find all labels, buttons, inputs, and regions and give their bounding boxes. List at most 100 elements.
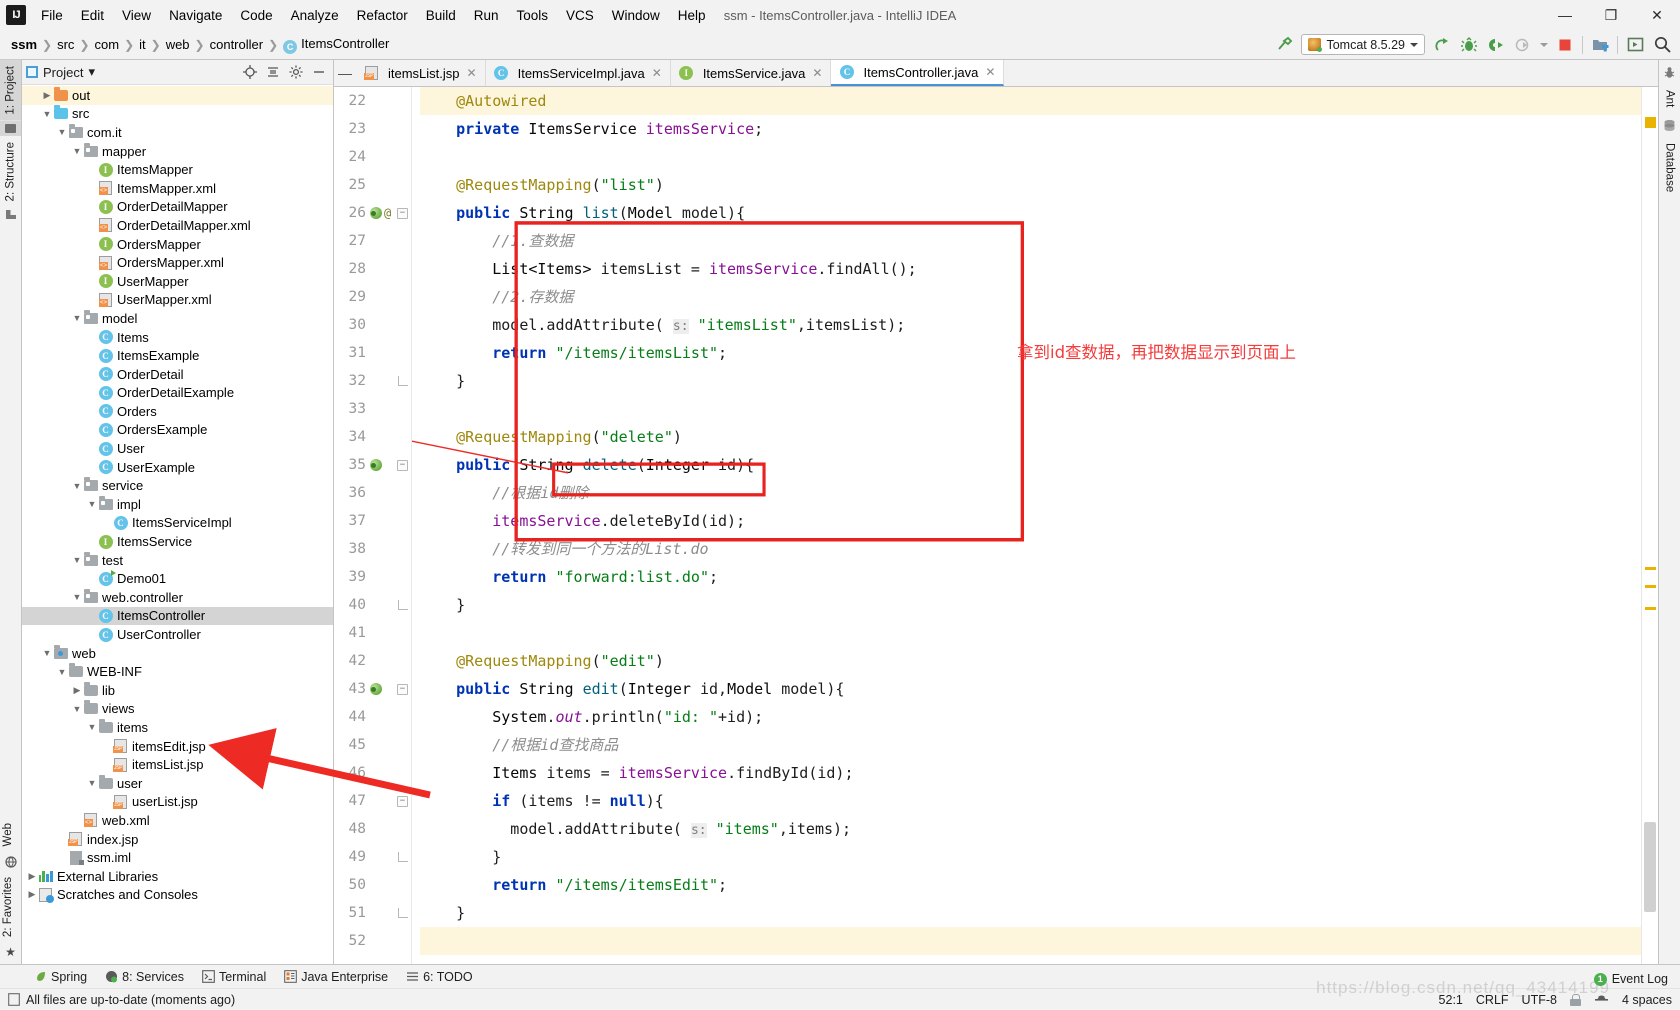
- tree-item[interactable]: C UserController: [22, 625, 333, 644]
- project-structure-icon[interactable]: [1590, 35, 1610, 55]
- tree-item[interactable]: out: [22, 86, 333, 105]
- chevron-down-icon[interactable]: [71, 146, 83, 156]
- gutter-line[interactable]: 46: [334, 759, 411, 787]
- tree-item[interactable]: views: [22, 700, 333, 719]
- tree-item[interactable]: ssm.iml: [22, 848, 333, 867]
- run-with-coverage-icon[interactable]: [1486, 35, 1506, 55]
- gutter-line[interactable]: 35 −: [334, 451, 411, 479]
- menu-item-window[interactable]: Window: [603, 4, 669, 27]
- line-separator[interactable]: CRLF: [1476, 993, 1509, 1007]
- debug-icon[interactable]: [1459, 35, 1479, 55]
- code-line[interactable]: public String list(Model model){: [420, 199, 1641, 227]
- code-line[interactable]: private ItemsService itemsService;: [420, 115, 1641, 143]
- code-line[interactable]: List<Items> itemsList = itemsService.fin…: [420, 255, 1641, 283]
- tree-item[interactable]: ItemsMapper.xml: [22, 179, 333, 198]
- gutter-line[interactable]: 29: [334, 283, 411, 311]
- code-line[interactable]: return "/items/itemsEdit";: [420, 871, 1641, 899]
- breadcrumb-item-it[interactable]: it: [136, 35, 149, 54]
- tree-item[interactable]: test: [22, 551, 333, 570]
- tree-item[interactable]: itemsList.jsp: [22, 755, 333, 774]
- sidebar-item-favorites[interactable]: 2: Favorites: [0, 871, 16, 943]
- tree-item[interactable]: C OrderDetailExample: [22, 384, 333, 403]
- search-everywhere-icon[interactable]: [1652, 35, 1672, 55]
- profile-icon[interactable]: [1513, 35, 1533, 55]
- tool-window-button[interactable]: Spring: [26, 968, 95, 986]
- project-tree[interactable]: out src com.it mapper I ItemsMapper ItemsMappe…: [22, 85, 333, 964]
- gutter-line[interactable]: 26 @ −: [334, 199, 411, 227]
- spring-bean-icon[interactable]: [370, 207, 382, 219]
- fold-end-icon[interactable]: [397, 600, 408, 611]
- gutter-line[interactable]: 28: [334, 255, 411, 283]
- fold-collapse-icon[interactable]: −: [397, 795, 408, 807]
- menu-item-code[interactable]: Code: [231, 4, 281, 27]
- menu-item-file[interactable]: File: [32, 4, 72, 27]
- sidebar-item-structure[interactable]: 2: Structure: [0, 136, 21, 207]
- sidebar-item-project[interactable]: 1: Project: [0, 60, 21, 121]
- menu-item-build[interactable]: Build: [417, 4, 465, 27]
- code-line[interactable]: return "/items/itemsList";: [420, 339, 1641, 367]
- chevron-down-icon[interactable]: [71, 555, 83, 565]
- tree-item[interactable]: mapper: [22, 142, 333, 161]
- gutter-line[interactable]: 52: [334, 927, 411, 955]
- menu-item-help[interactable]: Help: [669, 4, 715, 27]
- editor-tab[interactable]: itemsList.jsp ✕: [356, 60, 486, 86]
- code-viewport[interactable]: @Autowired private ItemsService itemsSer…: [412, 87, 1641, 964]
- gutter-line[interactable]: 49: [334, 843, 411, 871]
- tabs-collapse-icon[interactable]: —: [334, 60, 356, 86]
- close-button[interactable]: ✕: [1634, 0, 1680, 30]
- editor-gutter[interactable]: 22 23 24 25 26 @ −27 28 29 30 31 32 33 34 35−36 37 38 39 4…: [334, 87, 412, 964]
- chevron-down-icon[interactable]: [41, 109, 53, 119]
- gutter-line[interactable]: 22: [334, 87, 411, 115]
- menu-item-tools[interactable]: Tools: [508, 4, 558, 27]
- tree-item[interactable]: itemsEdit.jsp: [22, 737, 333, 756]
- tree-item[interactable]: C Demo01: [22, 569, 333, 588]
- gutter-line[interactable]: 43 −: [334, 675, 411, 703]
- settings-gear-icon[interactable]: [288, 64, 304, 80]
- tree-item[interactable]: C Orders: [22, 402, 333, 421]
- code-editor[interactable]: 22 23 24 25 26 @ −27 28 29 30 31 32 33 34 35−36 37 38 39 4…: [334, 87, 1658, 964]
- profile-dropdown-caret-icon[interactable]: [1540, 42, 1548, 47]
- close-icon[interactable]: ✕: [812, 66, 822, 80]
- code-line[interactable]: }: [420, 591, 1641, 619]
- tree-item[interactable]: lib: [22, 681, 333, 700]
- hammer-build-icon[interactable]: [1274, 35, 1294, 55]
- tree-item[interactable]: OrdersMapper.xml: [22, 253, 333, 272]
- code-line[interactable]: @Autowired: [420, 87, 1641, 115]
- project-panel-title[interactable]: Project ▾: [26, 64, 95, 80]
- tree-item[interactable]: index.jsp: [22, 830, 333, 849]
- tree-item[interactable]: C ItemsExample: [22, 346, 333, 365]
- gutter-line[interactable]: 31: [334, 339, 411, 367]
- gutter-line[interactable]: 33: [334, 395, 411, 423]
- fold-end-icon[interactable]: [397, 376, 408, 387]
- run-configuration-selector[interactable]: Tomcat 8.5.29: [1301, 34, 1425, 55]
- tree-item[interactable]: items: [22, 718, 333, 737]
- close-icon[interactable]: ✕: [652, 66, 662, 80]
- code-line[interactable]: System.out.println("id: "+id);: [420, 703, 1641, 731]
- code-line[interactable]: [420, 619, 1641, 647]
- editor-tab[interactable]: C ItemsController.java ✕: [831, 60, 1005, 86]
- breadcrumb-item-ssm[interactable]: ssm: [8, 35, 40, 54]
- maximize-button[interactable]: ❐: [1588, 0, 1634, 30]
- code-line[interactable]: //根据id删除: [420, 479, 1641, 507]
- gutter-line[interactable]: 51: [334, 899, 411, 927]
- chevron-down-icon[interactable]: [41, 648, 53, 658]
- editor-marker-strip[interactable]: [1641, 87, 1658, 964]
- fold-end-icon[interactable]: [397, 908, 408, 919]
- chevron-down-icon[interactable]: [86, 499, 98, 509]
- code-line[interactable]: return "forward:list.do";: [420, 563, 1641, 591]
- tree-item[interactable]: com.it: [22, 123, 333, 142]
- marker-3[interactable]: [1645, 607, 1656, 610]
- tree-item[interactable]: I ItemsMapper: [22, 160, 333, 179]
- select-target-icon[interactable]: [1625, 35, 1645, 55]
- run-icon[interactable]: [1432, 35, 1452, 55]
- collapse-all-icon[interactable]: [265, 64, 281, 80]
- close-icon[interactable]: ✕: [985, 65, 995, 79]
- tree-item[interactable]: OrderDetailMapper.xml: [22, 216, 333, 235]
- tool-window-button[interactable]: 6: TODO: [398, 968, 481, 986]
- chevron-down-icon[interactable]: [71, 592, 83, 602]
- tree-item[interactable]: web.xml: [22, 811, 333, 830]
- hide-panel-icon[interactable]: [311, 64, 327, 80]
- gutter-line[interactable]: 41: [334, 619, 411, 647]
- chevron-down-icon[interactable]: ▾: [88, 64, 95, 80]
- code-line[interactable]: public String edit(Integer id,Model mode…: [420, 675, 1641, 703]
